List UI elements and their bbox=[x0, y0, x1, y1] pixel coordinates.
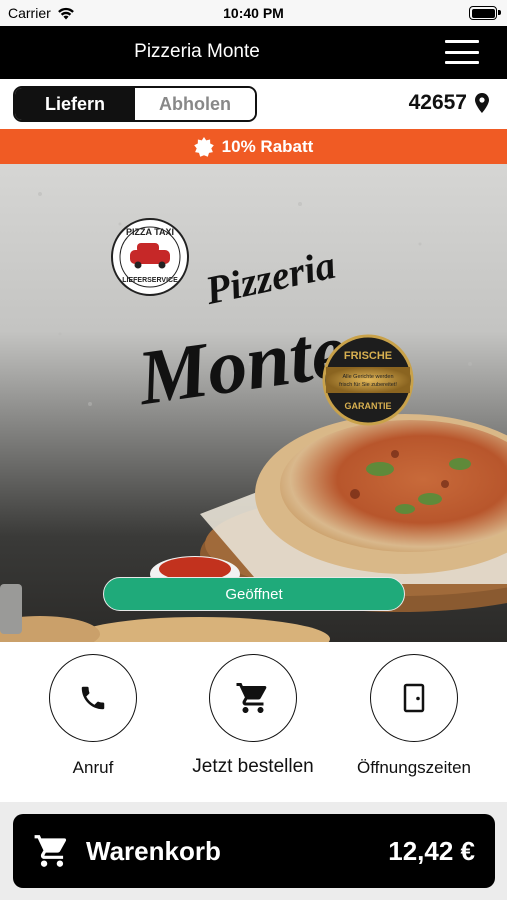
cart-total: 12,42 € bbox=[388, 836, 475, 866]
cart-icon bbox=[236, 683, 267, 713]
deliver-tab[interactable]: Liefern bbox=[15, 88, 135, 120]
discount-banner[interactable]: 10% Rabatt bbox=[0, 129, 507, 164]
phone-icon bbox=[81, 686, 105, 710]
seal-middle-text-1: Alle Gerichte werden bbox=[342, 374, 393, 380]
opening-hours-action[interactable]: Öffnungszeiten bbox=[334, 654, 494, 778]
postal-code: 42657 bbox=[408, 91, 467, 114]
seal-top-text: FRISCHE bbox=[344, 350, 392, 362]
opening-hours-button[interactable] bbox=[370, 654, 458, 742]
open-status-button[interactable]: Geöffnet bbox=[103, 577, 405, 611]
logo-script: Pizzeria bbox=[201, 242, 340, 313]
location-pin-icon bbox=[475, 93, 489, 113]
quick-actions: Anruf Jetzt bestellen Öffnungszeiten bbox=[0, 642, 507, 802]
discount-label: 10% Rabatt bbox=[221, 136, 314, 156]
order-now-action[interactable]: Jetzt bestellen bbox=[173, 654, 333, 778]
freshness-seal: FRISCHE Alle Gerichte werden frisch für … bbox=[322, 334, 414, 426]
status-bar: Carrier 10:40 PM bbox=[0, 0, 507, 26]
cart-label: Warenkorb bbox=[86, 836, 221, 866]
call-button[interactable] bbox=[49, 654, 137, 742]
taxi-badge-bottom-text: LIEFERSERVICE bbox=[122, 277, 178, 284]
shopping-cart-icon bbox=[34, 835, 67, 867]
page-title: Pizzeria Monte bbox=[134, 41, 260, 62]
order-now-button[interactable] bbox=[209, 654, 297, 742]
hero-artwork: PIZZA TAXI LIEFERSERVICE Pizzeria Monte … bbox=[0, 192, 507, 642]
battery-icon bbox=[469, 6, 501, 20]
call-action[interactable]: Anruf bbox=[13, 654, 173, 778]
badge-icon bbox=[193, 136, 214, 157]
seal-middle-text-2: frisch für Sie zubereitet! bbox=[339, 382, 397, 388]
door-icon bbox=[403, 683, 425, 713]
pickup-tab[interactable]: Abholen bbox=[135, 88, 255, 120]
order-now-label: Jetzt bestellen bbox=[192, 756, 314, 777]
cart-button[interactable]: Warenkorb 12,42 € bbox=[13, 814, 495, 888]
navigation-bar: Pizzeria Monte bbox=[0, 26, 507, 79]
seal-bottom-text: GARANTIE bbox=[345, 401, 392, 411]
hamburger-menu-icon[interactable] bbox=[445, 40, 479, 64]
taxi-badge-top-text: PIZZA TAXI bbox=[126, 227, 174, 237]
hero-banner: PIZZA TAXI LIEFERSERVICE Pizzeria Monte … bbox=[0, 164, 507, 642]
pizza-taxi-badge: PIZZA TAXI LIEFERSERVICE bbox=[111, 218, 189, 296]
opening-hours-label: Öffnungszeiten bbox=[356, 758, 472, 777]
postal-code-selector[interactable]: 42657 bbox=[409, 91, 489, 115]
delivery-mode-toggle: Liefern Abholen bbox=[13, 86, 257, 122]
status-time: 10:40 PM bbox=[223, 5, 284, 21]
logo-name: Monte bbox=[131, 306, 351, 421]
call-label: Anruf bbox=[72, 758, 114, 777]
delivery-options-row: Liefern Abholen 42657 bbox=[0, 79, 507, 129]
